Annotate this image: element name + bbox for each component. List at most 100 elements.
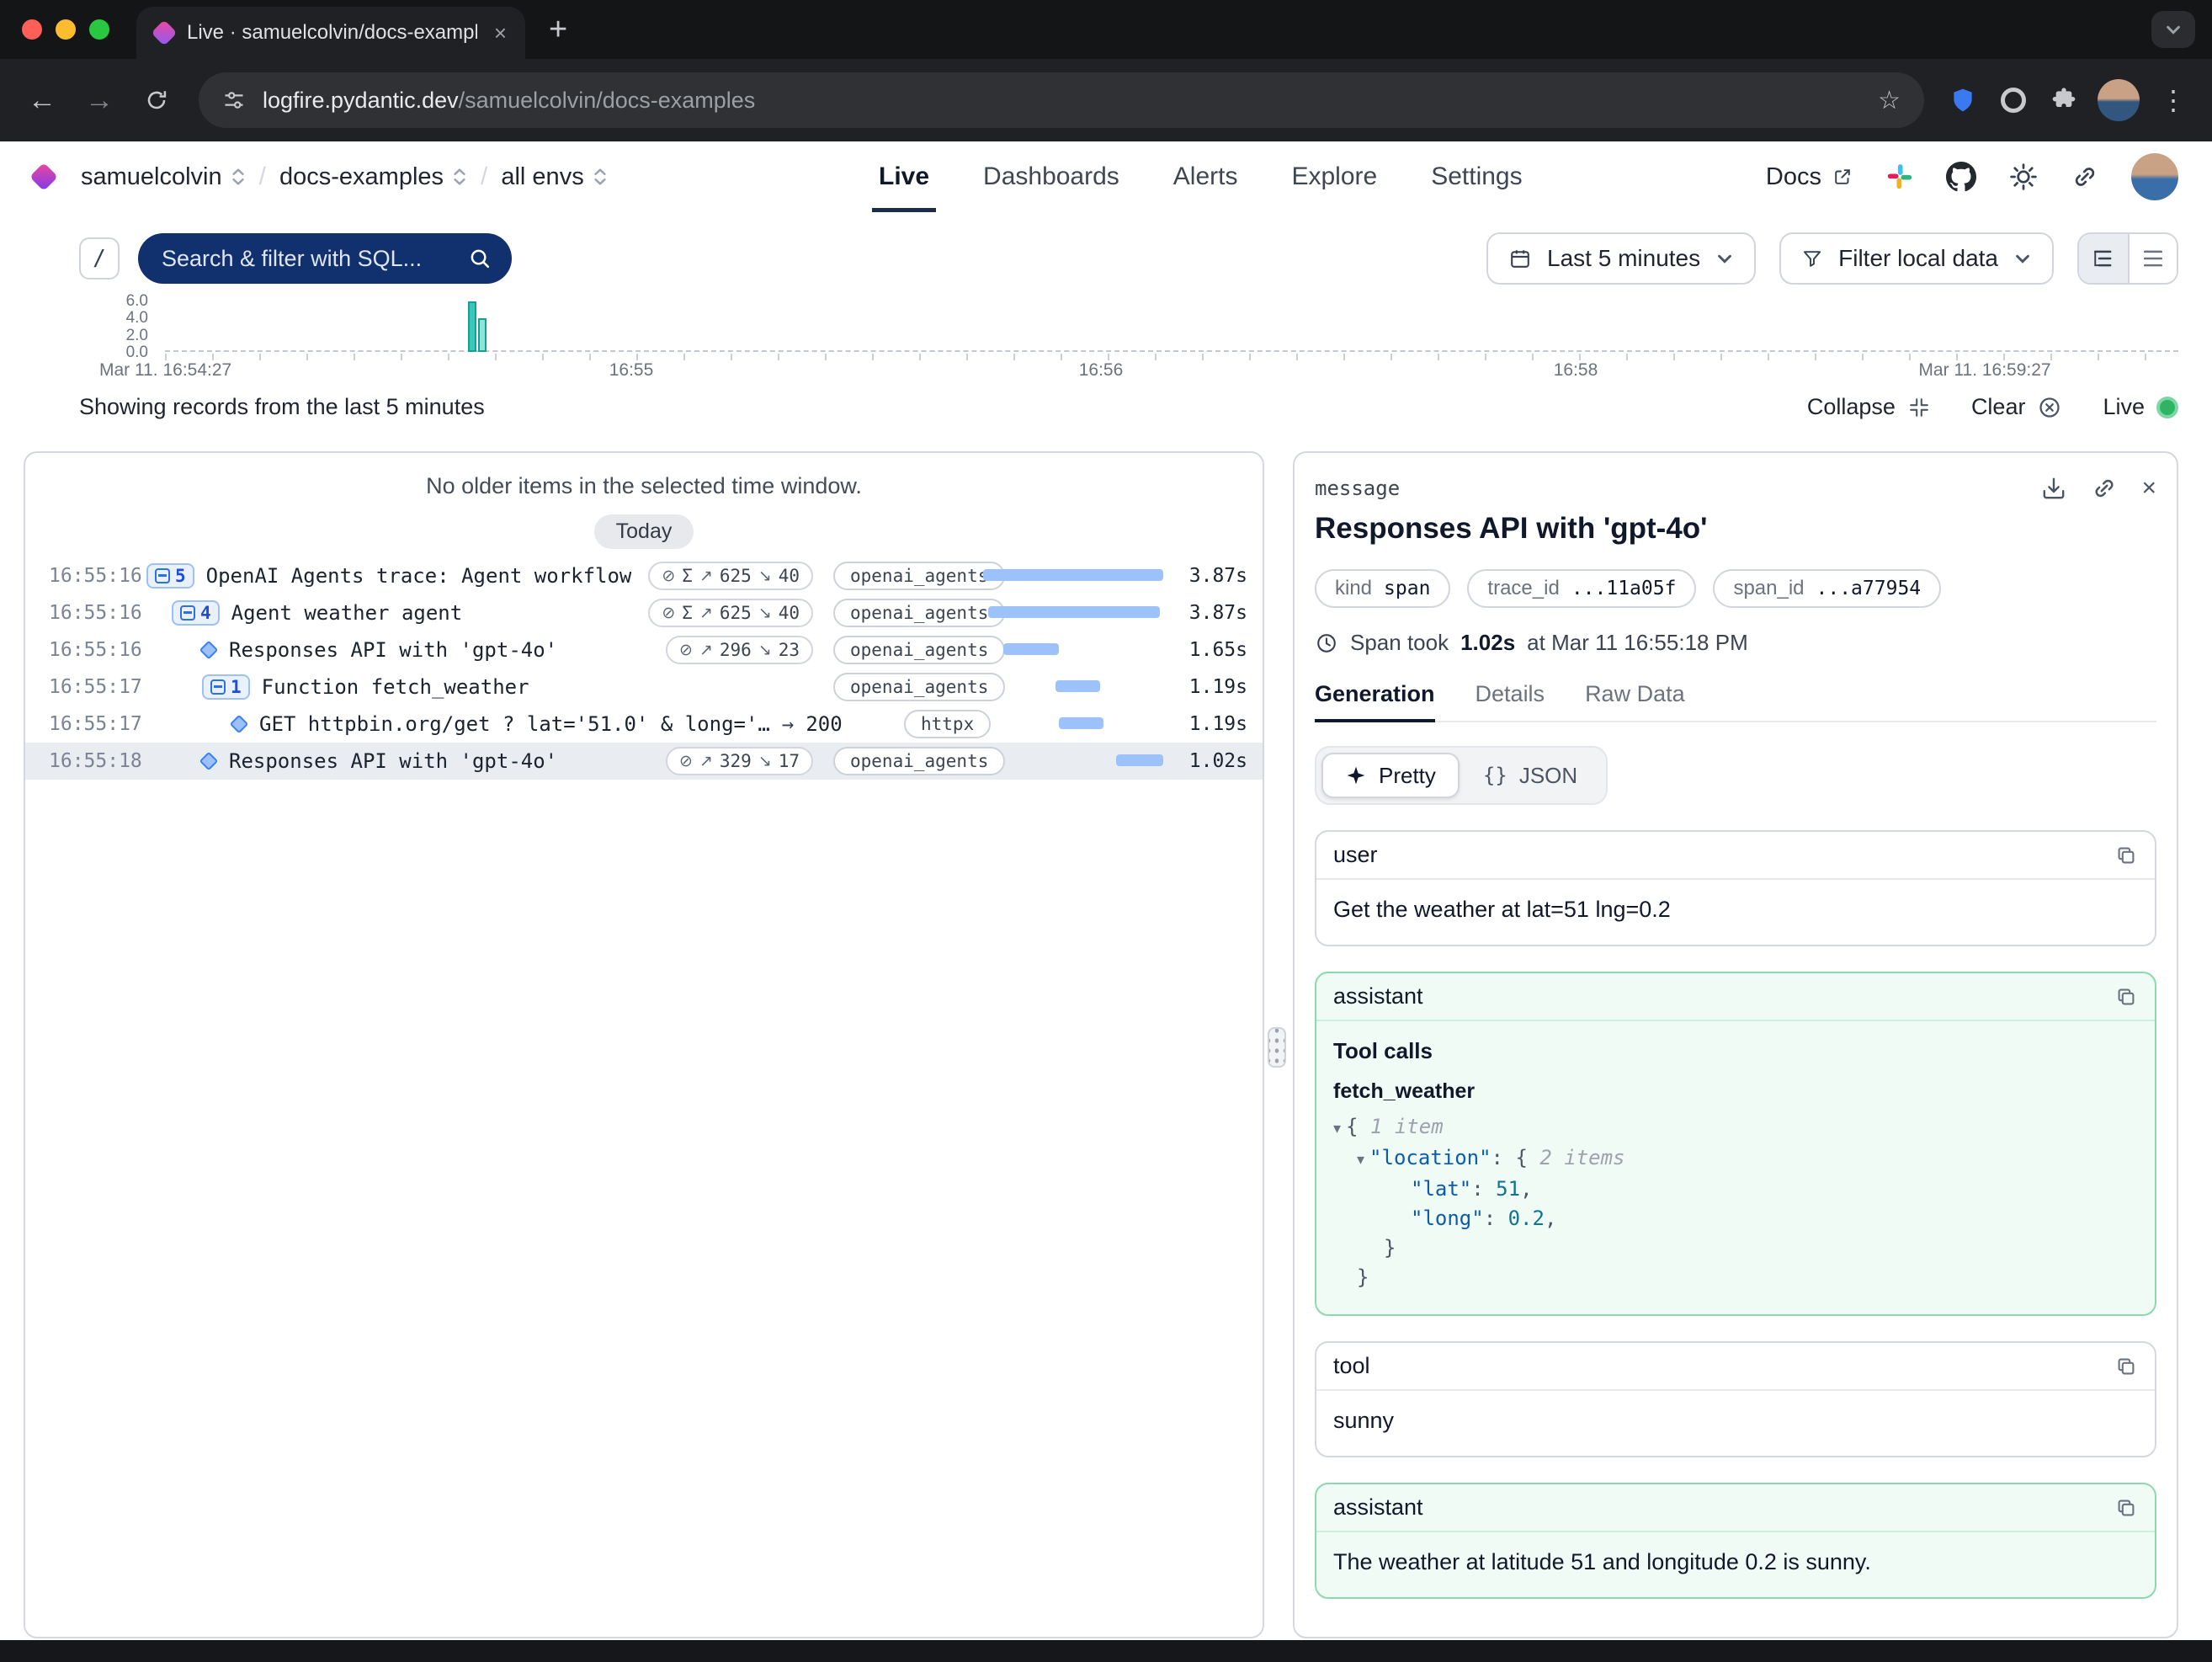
window-zoom-button[interactable]: [89, 19, 109, 40]
duration-label: 3.87s: [1150, 602, 1247, 624]
list-view-icon: [2142, 248, 2164, 269]
scope-tag[interactable]: openai_agents: [833, 636, 1005, 664]
address-bar[interactable]: logfire.pydantic.dev/samuelcolvin/docs-e…: [199, 72, 1924, 128]
nav-settings[interactable]: Settings: [1431, 141, 1522, 212]
tokens-out-icon: ↘: [758, 567, 772, 585]
theme-toggle[interactable]: [2008, 162, 2039, 192]
span-duration: 1.02s: [1460, 630, 1515, 656]
scope-tag[interactable]: openai_agents: [833, 747, 1005, 775]
trace-row[interactable]: 16:55:17 1 Function fetch_weather openai…: [25, 669, 1263, 706]
browser-menu-button[interactable]: ⋮: [2148, 75, 2199, 125]
live-toggle[interactable]: Live: [2103, 394, 2178, 420]
forward-button[interactable]: →: [71, 72, 128, 129]
tab-details[interactable]: Details: [1476, 673, 1545, 721]
share-link-button[interactable]: [2071, 162, 2099, 191]
collapse-button[interactable]: Collapse: [1807, 394, 1931, 420]
duration-label: 1.02s: [1150, 750, 1247, 772]
trace-row[interactable]: 16:55:16 Responses API with 'gpt-4o' ⊘↗2…: [25, 631, 1263, 669]
date-chip[interactable]: Today: [594, 514, 694, 549]
braces-icon: {}: [1483, 764, 1507, 787]
slack-icon: [1885, 162, 1914, 191]
span-name: Agent weather agent: [231, 601, 463, 625]
export-button[interactable]: [2040, 475, 2067, 502]
extensions-menu-button[interactable]: [2039, 75, 2089, 125]
collapse-toggle[interactable]: 4: [172, 600, 220, 626]
tab-search-button[interactable]: [2151, 11, 2195, 48]
github-icon: [1946, 162, 1976, 192]
nav-explore[interactable]: Explore: [1291, 141, 1377, 212]
copy-button[interactable]: [2114, 844, 2138, 867]
collapse-toggle[interactable]: 5: [146, 563, 194, 589]
chevron-down-icon[interactable]: ▾: [1333, 1120, 1341, 1137]
env-selector[interactable]: all envs: [501, 163, 607, 191]
nav-dashboards[interactable]: Dashboards: [983, 141, 1119, 212]
search-box[interactable]: [138, 233, 512, 284]
chevron-down-icon[interactable]: ▾: [1357, 1151, 1364, 1169]
scope-tag[interactable]: openai_agents: [833, 673, 1005, 701]
activity-timeline[interactable]: 6.0 4.0 2.0 0.0 Mar 11. 16:54:27 16:55 1…: [34, 298, 2178, 389]
org-selector[interactable]: samuelcolvin: [81, 163, 246, 191]
slack-link[interactable]: [1885, 162, 1914, 191]
browser-tab[interactable]: Live · samuelcolvin/docs-examples ×: [136, 7, 525, 59]
trace-row[interactable]: 16:55:16 4 Agent weather agent ⊘Σ↗625↘40…: [25, 594, 1263, 631]
nav-live[interactable]: Live: [879, 141, 929, 212]
scope-tag[interactable]: httpx: [904, 710, 991, 738]
duration-label: 1.65s: [1150, 639, 1247, 661]
span-meta-badges: kindspan trace_id...11a05f span_id...a77…: [1315, 569, 2156, 608]
time-range-button[interactable]: Last 5 minutes: [1486, 232, 1756, 285]
message-content: The weather at latitude 51 and longitude…: [1316, 1532, 2155, 1597]
collapse-icon: [1907, 396, 1931, 419]
scope-tag[interactable]: openai_agents: [833, 599, 1005, 627]
tab-generation[interactable]: Generation: [1315, 673, 1435, 722]
selector-icon: [452, 166, 467, 188]
panel-resize-handle[interactable]: [1268, 1027, 1286, 1068]
extension-button[interactable]: [1988, 75, 2039, 125]
pretty-toggle-button[interactable]: Pretty: [1321, 753, 1460, 798]
tokens-in-icon: ↗: [699, 604, 713, 622]
tab-close-icon[interactable]: ×: [491, 20, 510, 46]
copy-button[interactable]: [2114, 1496, 2138, 1520]
duration-bar-track: [983, 706, 1163, 743]
trace-row[interactable]: 16:55:16 5 OpenAI Agents trace: Agent wo…: [25, 557, 1263, 594]
back-button[interactable]: ←: [13, 72, 71, 129]
duration-bar: [983, 569, 1163, 581]
search-input[interactable]: [158, 244, 455, 274]
window-minimize-button[interactable]: [56, 19, 76, 40]
tree-view-button[interactable]: [2079, 234, 2128, 283]
copy-button[interactable]: [2114, 985, 2138, 1009]
json-toggle-button[interactable]: {} JSON: [1460, 753, 1601, 798]
puzzle-icon: [2050, 87, 2077, 114]
copy-icon: [2114, 844, 2138, 867]
scope-tag[interactable]: openai_agents: [833, 562, 1005, 590]
trace-row-selected[interactable]: 16:55:18 Responses API with 'gpt-4o' ⊘↗3…: [25, 743, 1263, 780]
collapse-toggle[interactable]: 1: [202, 674, 250, 700]
tab-raw-data[interactable]: Raw Data: [1585, 673, 1685, 721]
duration-bar: [988, 606, 1159, 618]
bookmark-star-icon[interactable]: ☆: [1878, 86, 1901, 115]
list-view-button[interactable]: [2128, 234, 2177, 283]
window-close-button[interactable]: [22, 19, 42, 40]
new-tab-button[interactable]: +: [549, 13, 567, 45]
project-selector[interactable]: docs-examples: [279, 163, 467, 191]
adblock-extension-button[interactable]: [1938, 75, 1988, 125]
filter-row: / Last 5 minutes Filter local data: [79, 232, 2178, 285]
span-id-badge[interactable]: span_id...a77954: [1713, 569, 1941, 608]
reload-button[interactable]: [128, 72, 185, 129]
logfire-logo[interactable]: [29, 162, 58, 191]
github-link[interactable]: [1946, 162, 1976, 192]
site-settings-icon[interactable]: [222, 88, 246, 112]
user-avatar[interactable]: [2131, 153, 2178, 200]
copy-button[interactable]: [2114, 1355, 2138, 1378]
clear-button[interactable]: Clear: [1971, 394, 2063, 420]
trace-row[interactable]: 16:55:17 GET httpbin.org/get ? lat='51.0…: [25, 706, 1263, 743]
filter-local-data-button[interactable]: Filter local data: [1779, 232, 2054, 285]
copy-link-button[interactable]: [2091, 475, 2118, 502]
nav-alerts[interactable]: Alerts: [1173, 141, 1238, 212]
close-panel-button[interactable]: ×: [2141, 476, 2156, 501]
docs-link[interactable]: Docs: [1766, 163, 1853, 191]
tokens-in-icon: ↗: [699, 641, 713, 659]
timeline-x-label: 16:56: [1079, 360, 1124, 381]
browser-profile-avatar[interactable]: [2098, 79, 2140, 121]
message-card-user: user Get the weather at lat=51 lng=0.2: [1315, 830, 2156, 946]
trace-id-badge[interactable]: trace_id...11a05f: [1467, 569, 1696, 608]
